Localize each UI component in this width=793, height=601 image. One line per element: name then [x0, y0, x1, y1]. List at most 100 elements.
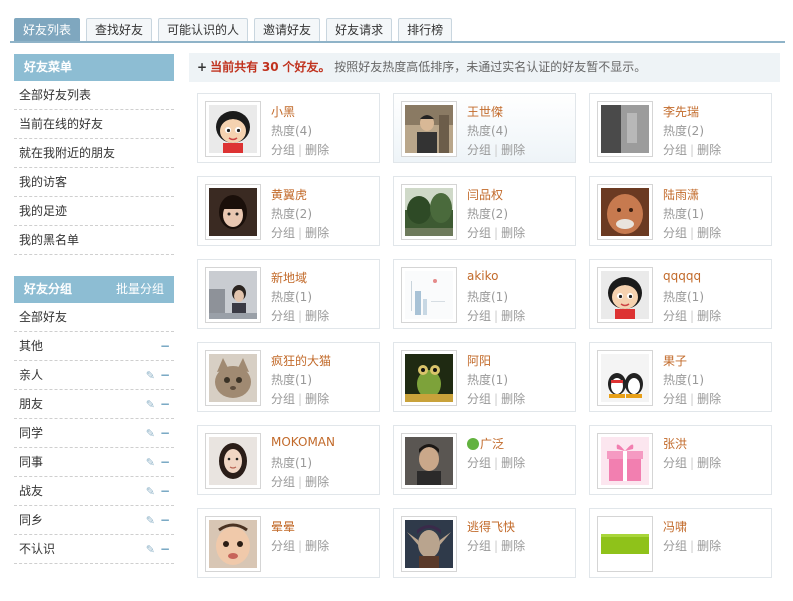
group-item[interactable]: 其他 −: [14, 332, 174, 361]
minus-icon[interactable]: −: [160, 448, 170, 477]
avatar[interactable]: [205, 101, 261, 157]
group-friend-link[interactable]: 分组: [663, 456, 687, 470]
group-item[interactable]: 朋友 ✎ −: [14, 390, 174, 419]
delete-friend-link[interactable]: 删除: [305, 539, 329, 553]
menu-item-visitors[interactable]: 我的访客: [14, 168, 174, 197]
pencil-icon[interactable]: ✎: [146, 506, 155, 535]
minus-icon[interactable]: −: [160, 506, 170, 535]
batch-group-link[interactable]: 批量分组: [116, 276, 164, 303]
friend-name-link[interactable]: 果子: [663, 352, 687, 369]
delete-friend-link[interactable]: 删除: [697, 539, 721, 553]
avatar[interactable]: [205, 267, 261, 323]
delete-friend-link[interactable]: 删除: [305, 309, 329, 323]
pencil-icon[interactable]: ✎: [146, 477, 155, 506]
friend-name-link[interactable]: 王世傑: [467, 103, 503, 120]
minus-icon[interactable]: −: [160, 419, 170, 448]
delete-friend-link[interactable]: 删除: [697, 226, 721, 240]
minus-icon[interactable]: −: [160, 390, 170, 419]
tab-friend-requests[interactable]: 好友请求: [326, 18, 393, 42]
group-item[interactable]: 亲人 ✎ −: [14, 361, 174, 390]
friend-name-link[interactable]: qqqqq: [663, 269, 701, 283]
friend-name-link[interactable]: 小黑: [271, 103, 295, 120]
delete-friend-link[interactable]: 删除: [501, 143, 525, 157]
avatar[interactable]: [205, 516, 261, 572]
delete-friend-link[interactable]: 删除: [501, 456, 525, 470]
avatar[interactable]: [401, 101, 457, 157]
avatar[interactable]: [597, 101, 653, 157]
friend-name-link[interactable]: akiko: [467, 269, 499, 283]
delete-friend-link[interactable]: 删除: [501, 309, 525, 323]
tab-leaderboard[interactable]: 排行榜: [398, 18, 453, 42]
pencil-icon[interactable]: ✎: [146, 390, 155, 419]
delete-friend-link[interactable]: 删除: [501, 539, 525, 553]
avatar[interactable]: [205, 433, 261, 489]
group-friend-link[interactable]: 分组: [271, 309, 295, 323]
group-friend-link[interactable]: 分组: [467, 539, 491, 553]
avatar[interactable]: [597, 350, 653, 406]
friend-name-link[interactable]: 闫品权: [467, 186, 503, 203]
avatar[interactable]: [401, 267, 457, 323]
group-friend-link[interactable]: 分组: [467, 392, 491, 406]
group-friend-link[interactable]: 分组: [663, 309, 687, 323]
group-item[interactable]: 同学 ✎ −: [14, 419, 174, 448]
friend-name-link[interactable]: 陆雨潇: [663, 186, 699, 203]
delete-friend-link[interactable]: 删除: [305, 475, 329, 489]
avatar[interactable]: [401, 184, 457, 240]
friend-name-link[interactable]: 李先瑞: [663, 103, 699, 120]
group-friend-link[interactable]: 分组: [467, 456, 491, 470]
friend-name-link[interactable]: 逃得飞快: [467, 518, 515, 535]
minus-icon[interactable]: −: [160, 535, 170, 564]
tab-find-friends[interactable]: 查找好友: [86, 18, 153, 42]
group-item[interactable]: 同乡 ✎ −: [14, 506, 174, 535]
pencil-icon[interactable]: ✎: [146, 535, 155, 564]
group-friend-link[interactable]: 分组: [663, 143, 687, 157]
menu-item-blacklist[interactable]: 我的黑名单: [14, 226, 174, 255]
avatar[interactable]: [597, 267, 653, 323]
friend-name-link[interactable]: 晕晕: [271, 518, 295, 535]
group-friend-link[interactable]: 分组: [271, 226, 295, 240]
group-friend-link[interactable]: 分组: [663, 226, 687, 240]
group-friend-link[interactable]: 分组: [467, 309, 491, 323]
menu-item-footprints[interactable]: 我的足迹: [14, 197, 174, 226]
delete-friend-link[interactable]: 删除: [305, 143, 329, 157]
tab-invite-friends[interactable]: 邀请好友: [254, 18, 321, 42]
minus-icon[interactable]: −: [160, 477, 170, 506]
delete-friend-link[interactable]: 删除: [501, 392, 525, 406]
group-item[interactable]: 战友 ✎ −: [14, 477, 174, 506]
delete-friend-link[interactable]: 删除: [697, 309, 721, 323]
group-friend-link[interactable]: 分组: [271, 143, 295, 157]
friend-name-link[interactable]: 张洪: [663, 435, 687, 452]
delete-friend-link[interactable]: 删除: [305, 392, 329, 406]
group-item[interactable]: 不认识 ✎ −: [14, 535, 174, 564]
avatar[interactable]: [205, 184, 261, 240]
group-friend-link[interactable]: 分组: [663, 392, 687, 406]
group-item[interactable]: 全部好友: [14, 303, 174, 332]
friend-name-link[interactable]: MOKOMAN: [271, 435, 335, 449]
menu-item-all-friends[interactable]: 全部好友列表: [14, 81, 174, 110]
friend-name-link[interactable]: 阿阳: [467, 352, 491, 369]
avatar[interactable]: [401, 350, 457, 406]
minus-icon[interactable]: −: [160, 361, 170, 390]
avatar[interactable]: [597, 184, 653, 240]
group-friend-link[interactable]: 分组: [467, 226, 491, 240]
tab-people-you-may-know[interactable]: 可能认识的人: [158, 18, 249, 42]
friend-name-link[interactable]: 广泛: [467, 435, 504, 452]
group-friend-link[interactable]: 分组: [663, 539, 687, 553]
delete-friend-link[interactable]: 删除: [501, 226, 525, 240]
pencil-icon[interactable]: ✎: [146, 361, 155, 390]
menu-item-online-friends[interactable]: 当前在线的好友: [14, 110, 174, 139]
menu-item-nearby-friends[interactable]: 就在我附近的朋友: [14, 139, 174, 168]
avatar[interactable]: [401, 433, 457, 489]
avatar[interactable]: [401, 516, 457, 572]
avatar[interactable]: [205, 350, 261, 406]
avatar[interactable]: [597, 433, 653, 489]
pencil-icon[interactable]: ✎: [146, 448, 155, 477]
minus-icon[interactable]: −: [160, 332, 170, 361]
friend-name-link[interactable]: 黄翼虎: [271, 186, 307, 203]
group-friend-link[interactable]: 分组: [467, 143, 491, 157]
group-friend-link[interactable]: 分组: [271, 475, 295, 489]
tab-friend-list[interactable]: 好友列表: [14, 18, 81, 42]
delete-friend-link[interactable]: 删除: [697, 143, 721, 157]
group-friend-link[interactable]: 分组: [271, 539, 295, 553]
friend-name-link[interactable]: 疯狂的大猫: [271, 352, 331, 369]
